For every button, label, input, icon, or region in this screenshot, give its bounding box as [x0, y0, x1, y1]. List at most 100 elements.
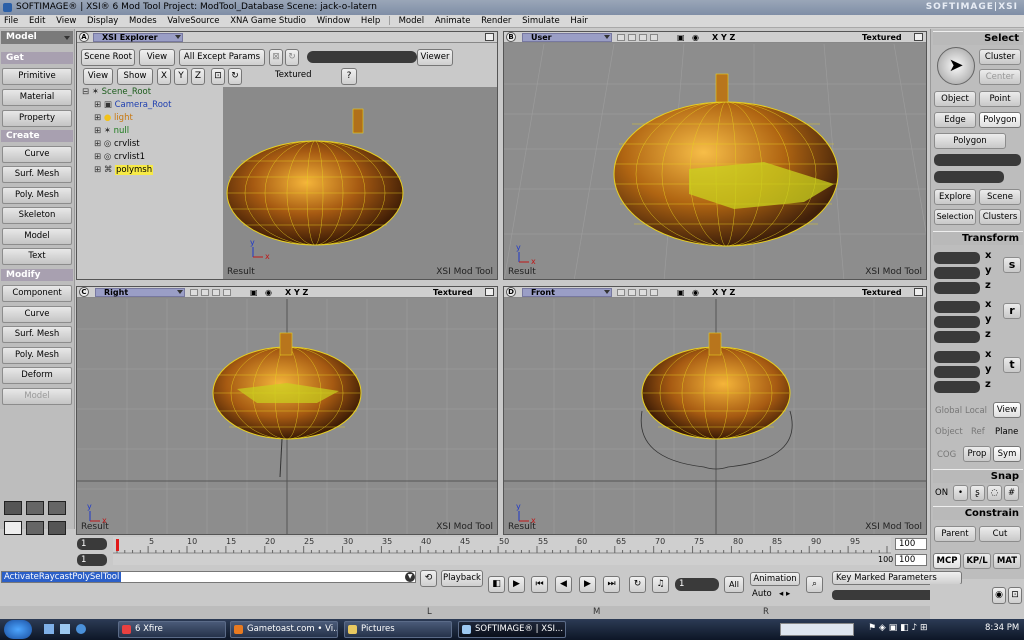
- lock-icon[interactable]: ⊡: [1008, 587, 1022, 604]
- toggle-icon[interactable]: [201, 289, 209, 296]
- layout-icon[interactable]: [4, 501, 22, 515]
- camera-dropdown[interactable]: User: [522, 33, 612, 42]
- axis-y-label[interactable]: y: [985, 314, 992, 325]
- eye-icon[interactable]: ◉: [265, 287, 272, 298]
- tree-item-null[interactable]: ⊞ ✶ null: [94, 126, 129, 136]
- toggle-icon[interactable]: [190, 289, 198, 296]
- tree-item-camera-root[interactable]: ⊞ ▣ Camera_Root: [94, 100, 171, 110]
- menu-display[interactable]: Display: [83, 15, 122, 28]
- toggle-icon[interactable]: [628, 289, 636, 296]
- scale-x-field[interactable]: [934, 252, 980, 264]
- tray-icons[interactable]: ⚑ ◈ ▣ ◧ ♪ ⊞: [868, 623, 928, 633]
- camera-dropdown[interactable]: Front: [522, 288, 612, 297]
- maximize-icon[interactable]: [485, 33, 494, 41]
- tree-item-polymsh[interactable]: ⊞ ⌘ polymsh: [94, 165, 154, 175]
- menu-edit[interactable]: Edit: [25, 15, 49, 28]
- camera-view[interactable]: yx Result XSI Mod Tool: [223, 87, 497, 279]
- display-mode[interactable]: Textured: [862, 32, 902, 43]
- go-start-icon[interactable]: ◧: [488, 576, 505, 593]
- taskbar-item-xfire[interactable]: 6 Xfire: [118, 621, 226, 638]
- timeline-end2-field[interactable]: 100: [895, 554, 927, 566]
- axes-label[interactable]: X Y Z: [712, 287, 735, 298]
- menu-hair[interactable]: Hair: [566, 15, 591, 28]
- tree-item-crvlist[interactable]: ⊞ ◎ crvlist: [94, 139, 140, 149]
- camera-icon[interactable]: ▣: [677, 287, 685, 298]
- playback-button[interactable]: Playback: [441, 570, 483, 587]
- axis-x-label[interactable]: x: [985, 349, 991, 360]
- selection-button[interactable]: Selection: [934, 209, 976, 225]
- edge-button[interactable]: Edge: [934, 112, 976, 128]
- viewport-d[interactable]: D Front ▣ ◉ X Y Z Textured yx Result XSI…: [503, 286, 927, 535]
- explore-button[interactable]: Explore: [934, 189, 976, 205]
- axis-z-label[interactable]: z: [985, 280, 991, 291]
- axis-y-label[interactable]: y: [985, 265, 992, 276]
- select-arrow-icon[interactable]: ➤: [937, 47, 975, 85]
- key-arrows-icon[interactable]: ◂ ▸: [779, 589, 790, 599]
- y-axis-button[interactable]: Y: [174, 68, 188, 85]
- maximize-icon[interactable]: [914, 33, 923, 41]
- camera-icon[interactable]: ▣: [677, 32, 685, 43]
- create-text-button[interactable]: Text: [2, 248, 72, 265]
- toggle-icon[interactable]: [223, 289, 231, 296]
- layout-icon[interactable]: [4, 521, 22, 535]
- show-desktop-icon[interactable]: [44, 624, 54, 634]
- layout-icon[interactable]: [26, 501, 44, 515]
- taskbar-item-pictures[interactable]: Pictures: [344, 621, 452, 638]
- menu-help[interactable]: Help: [357, 15, 384, 28]
- snap-point-icon[interactable]: •: [953, 485, 968, 501]
- search-icon[interactable]: ⌕: [806, 576, 823, 593]
- layout-icon[interactable]: [48, 521, 66, 535]
- material-button[interactable]: Material: [2, 89, 72, 106]
- cog-option[interactable]: COG: [937, 450, 956, 460]
- tree-item-light[interactable]: ⊞ ● light: [94, 113, 133, 123]
- eye-icon[interactable]: ◉: [692, 287, 699, 298]
- toggle-icon[interactable]: [639, 289, 647, 296]
- refresh-icon[interactable]: ↻: [228, 68, 242, 85]
- menu-simulate[interactable]: Simulate: [518, 15, 564, 28]
- scene-button[interactable]: Scene: [979, 189, 1021, 205]
- modify-poly-mesh-button[interactable]: Poly. Mesh: [2, 347, 72, 364]
- scene-root-button[interactable]: Scene Root: [81, 49, 135, 66]
- display-mode[interactable]: Textured: [433, 287, 473, 298]
- translate-z-field[interactable]: [934, 381, 980, 393]
- lock-icon[interactable]: ⊡: [211, 68, 225, 85]
- command-line-input[interactable]: ActivateRaycastPolySelTool: [1, 571, 416, 583]
- menu-file[interactable]: File: [0, 15, 22, 28]
- parent-button[interactable]: Parent: [934, 526, 976, 542]
- create-skeleton-button[interactable]: Skeleton: [2, 207, 72, 224]
- primitive-button[interactable]: Primitive: [2, 68, 72, 85]
- menu-render[interactable]: Render: [477, 15, 515, 28]
- display-mode-dropdown[interactable]: Textured: [275, 70, 312, 80]
- tab-kpl[interactable]: KP/L: [963, 553, 991, 569]
- menu-modes[interactable]: Modes: [125, 15, 161, 28]
- auto-key-toggle[interactable]: Auto: [752, 589, 772, 599]
- rotate-x-field[interactable]: [934, 301, 980, 313]
- viewport-b[interactable]: B User ▣ ◉ X Y Z Textured yx Result XSI …: [503, 31, 927, 280]
- timeline-end-field[interactable]: 100: [895, 538, 927, 550]
- translate-tool-button[interactable]: t: [1003, 357, 1021, 373]
- property-button[interactable]: Property: [2, 110, 72, 127]
- axis-x-label[interactable]: x: [985, 250, 991, 261]
- translate-y-field[interactable]: [934, 366, 980, 378]
- audio-icon[interactable]: ♫: [652, 576, 669, 593]
- scale-z-field[interactable]: [934, 282, 980, 294]
- snap-grid-icon[interactable]: #: [1004, 485, 1019, 501]
- axis-x-label[interactable]: x: [985, 299, 991, 310]
- axis-y-label[interactable]: y: [985, 364, 992, 375]
- x-axis-button[interactable]: X: [157, 68, 171, 85]
- toggle-icon[interactable]: [212, 289, 220, 296]
- axis-z-label[interactable]: z: [985, 379, 991, 390]
- snap-on-toggle[interactable]: ON: [935, 488, 948, 498]
- modify-model-button[interactable]: Model: [2, 388, 72, 405]
- section-get[interactable]: Get: [1, 52, 73, 64]
- timeline-start-field[interactable]: 1: [77, 538, 107, 550]
- axes-label[interactable]: X Y Z: [285, 287, 308, 298]
- section-create[interactable]: Create: [1, 130, 73, 142]
- display-mode[interactable]: Textured: [862, 287, 902, 298]
- modify-component-button[interactable]: Component: [2, 285, 72, 302]
- key-marked-parameters-button[interactable]: Key Marked Parameters: [832, 571, 962, 585]
- menu-animate[interactable]: Animate: [431, 15, 475, 28]
- menu-valvesource[interactable]: ValveSource: [163, 15, 223, 28]
- toggle-icon[interactable]: [650, 289, 658, 296]
- all-button[interactable]: All: [724, 576, 744, 593]
